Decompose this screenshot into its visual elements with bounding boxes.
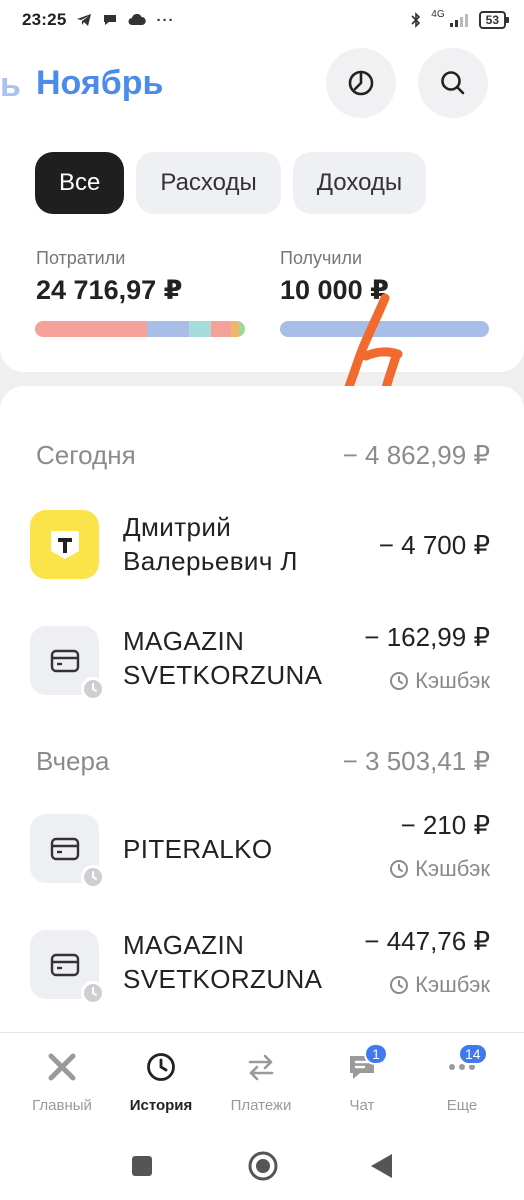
pending-clock-icon bbox=[81, 865, 105, 889]
section-total: − 3 503,41 ₽ bbox=[342, 746, 490, 776]
battery-indicator: 53 bbox=[478, 11, 510, 29]
operations-list: Сегодня − 4 862,99 ₽ Дмитрий Валерьевич … bbox=[0, 386, 524, 1032]
nav-history[interactable]: История bbox=[109, 1051, 213, 1114]
spent-bar-segment bbox=[189, 321, 211, 337]
operation-row[interactable]: Дмитрий Валерьевич Л − 4 700 ₽ bbox=[30, 510, 490, 580]
received-label: Получили bbox=[280, 248, 363, 268]
spent-bar-segment bbox=[211, 321, 231, 337]
status-bar: 23:25 ··· 4G 53 bbox=[0, 0, 524, 40]
spent-value: 24 716,97 ₽ bbox=[36, 275, 183, 305]
operation-amount: − 210 ₽ bbox=[400, 810, 490, 840]
cashback-label: Кэшбэк bbox=[389, 856, 490, 882]
operation-title: MAGAZIN SVETKORZUNA bbox=[123, 626, 323, 690]
cashback-label: Кэшбэк bbox=[389, 972, 490, 998]
spent-bar-segment bbox=[147, 321, 189, 337]
spent-bar-segment bbox=[35, 321, 147, 337]
cloud-icon bbox=[128, 14, 147, 25]
clock-icon bbox=[390, 976, 409, 994]
spent-category-bar bbox=[35, 321, 245, 337]
more-dots-icon: ··· bbox=[156, 11, 175, 29]
spent-label: Потратили bbox=[36, 248, 126, 268]
filter-all-chip[interactable]: Все bbox=[35, 152, 125, 214]
operation-title: MAGAZIN SVETKORZUNA bbox=[123, 930, 323, 994]
transfer-arrows-icon bbox=[248, 1054, 274, 1081]
month-title[interactable]: Ноябрь bbox=[36, 64, 163, 103]
recent-apps-icon[interactable] bbox=[130, 1154, 154, 1178]
system-navigation-bar bbox=[0, 1132, 524, 1200]
summary-card: ь Ноябрь Все Расходы Доходы Потратили 24… bbox=[0, 40, 524, 417]
chat-badge: 1 bbox=[364, 1043, 388, 1065]
section-header-yesterday: Вчера − 3 503,41 ₽ bbox=[36, 746, 490, 777]
analytics-button[interactable] bbox=[326, 48, 396, 118]
search-button[interactable] bbox=[418, 48, 488, 118]
section-header-today: Сегодня − 4 862,99 ₽ bbox=[36, 440, 490, 471]
clock-icon bbox=[390, 672, 409, 690]
operation-title: Дмитрий Валерьевич Л bbox=[123, 512, 298, 576]
pie-chart-icon bbox=[348, 70, 374, 96]
history-clock-icon bbox=[147, 1053, 175, 1081]
bank-logo-icon bbox=[30, 510, 99, 579]
home-icon[interactable] bbox=[247, 1150, 279, 1182]
filter-chips: Все Расходы Доходы bbox=[35, 152, 427, 214]
more-badge: 14 bbox=[458, 1043, 488, 1065]
filter-expenses-chip[interactable]: Расходы bbox=[136, 152, 281, 214]
pending-clock-icon bbox=[81, 981, 105, 1005]
spent-summary[interactable]: Потратили 24 716,97 ₽ bbox=[36, 248, 182, 306]
pending-clock-icon bbox=[81, 677, 105, 701]
search-icon bbox=[441, 71, 465, 95]
operation-amount: − 447,76 ₽ bbox=[364, 926, 490, 956]
network-type: 4G bbox=[431, 9, 445, 20]
back-icon[interactable] bbox=[368, 1152, 394, 1180]
chat-icon bbox=[104, 15, 117, 25]
nav-more[interactable]: 14 Еще bbox=[410, 1043, 514, 1114]
signal-icon bbox=[449, 14, 468, 27]
nav-chat[interactable]: 1 Чат bbox=[310, 1043, 414, 1114]
spent-bar-segment bbox=[231, 321, 239, 337]
nav-main[interactable]: Главный bbox=[10, 1051, 114, 1114]
filter-income-chip[interactable]: Доходы bbox=[292, 152, 427, 214]
cashback-label: Кэшбэк bbox=[389, 668, 490, 694]
nav-payments[interactable]: Платежи bbox=[209, 1051, 313, 1114]
operation-row[interactable]: MAGAZIN SVETKORZUNA − 447,76 ₽ Кэшбэк bbox=[30, 926, 490, 1005]
operation-row[interactable]: MAGAZIN SVETKORZUNA − 162,99 ₽ Кэшбэк bbox=[30, 622, 490, 701]
bottom-navigation: Главный История Платежи 1 Чат 14 Еще bbox=[0, 1032, 524, 1132]
operation-amount: − 162,99 ₽ bbox=[364, 622, 490, 652]
spent-bar-segment bbox=[239, 321, 245, 337]
section-total: − 4 862,99 ₽ bbox=[342, 440, 490, 470]
clock-icon bbox=[390, 860, 409, 878]
telegram-icon bbox=[77, 14, 92, 26]
section-title: Вчера bbox=[36, 746, 110, 776]
operation-amount: − 4 700 ₽ bbox=[378, 530, 490, 560]
status-time: 23:25 bbox=[22, 10, 67, 29]
prev-month-label[interactable]: ь bbox=[0, 66, 21, 105]
section-title: Сегодня bbox=[36, 440, 136, 470]
bluetooth-icon bbox=[411, 12, 421, 28]
main-icon bbox=[48, 1053, 76, 1081]
operation-row[interactable]: PITERALKO − 210 ₽ Кэшбэк bbox=[30, 810, 490, 889]
operation-title: PITERALKO bbox=[123, 834, 273, 864]
